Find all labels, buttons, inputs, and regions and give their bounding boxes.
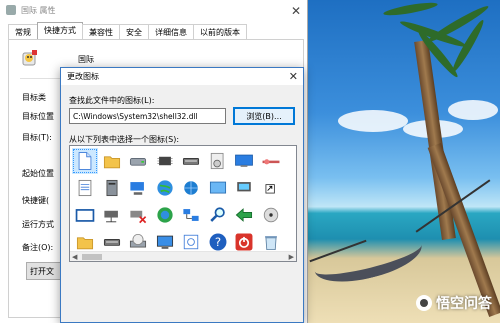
tab-shortcut[interactable]: 快捷方式 — [37, 22, 83, 39]
browse-button[interactable]: 浏览(B)... — [233, 107, 295, 125]
cd-icon[interactable] — [258, 202, 284, 228]
tab-details[interactable]: 详细信息 — [148, 24, 194, 39]
icon-grid: ? — [72, 148, 284, 256]
text-document-icon[interactable] — [72, 175, 98, 201]
chip-icon[interactable] — [152, 148, 178, 174]
monitor-icon[interactable] — [231, 148, 257, 174]
dialog-close-icon[interactable]: ✕ — [289, 70, 298, 83]
dialog-title: 更改图标 — [67, 72, 99, 81]
shortcut-app-icon — [22, 50, 37, 66]
blank-document-icon[interactable] — [72, 148, 98, 174]
label-shortcut-key: 快捷键( — [22, 196, 50, 205]
globe-icon[interactable] — [152, 175, 178, 201]
scroll-thumb[interactable] — [82, 254, 102, 260]
network-icon[interactable] — [258, 148, 284, 174]
label-run: 运行方式 — [22, 220, 54, 229]
drive-network-icon[interactable] — [99, 202, 125, 228]
icon-list-label: 从以下列表中选择一个图标(S): — [69, 135, 180, 144]
watermark-text: 悟空问答 — [436, 296, 492, 312]
svg-text:?: ? — [214, 235, 220, 249]
scroll-left-icon[interactable]: ◀ — [72, 253, 77, 261]
network-places-icon[interactable] — [178, 202, 204, 228]
desktop-wallpaper — [308, 0, 500, 323]
properties-tabs: 常规 快捷方式 兼容性 安全 详细信息 以前的版本 — [8, 22, 247, 39]
folder-icon[interactable] — [99, 148, 125, 174]
network-globe-icon[interactable] — [178, 175, 204, 201]
tab-compatibility[interactable]: 兼容性 — [82, 24, 120, 39]
label-comment: 备注(O): — [22, 243, 54, 252]
computer-icon[interactable] — [231, 175, 257, 201]
app-icon — [6, 5, 16, 15]
label-start-in: 起始位置 — [22, 169, 54, 178]
label-target: 目标(T): — [22, 133, 52, 142]
shortcut-name: 国际 — [78, 55, 94, 64]
label-target-location: 目标位置 — [22, 112, 54, 121]
watermark-logo-icon — [416, 295, 432, 311]
hard-drive-icon[interactable] — [125, 148, 151, 174]
disconnected-icon[interactable] — [125, 202, 151, 228]
display-icon[interactable] — [205, 175, 231, 201]
icon-file-path-input[interactable] — [69, 108, 226, 124]
dialog-titlebar: 更改图标 — [61, 68, 303, 85]
tab-general[interactable]: 常规 — [8, 24, 38, 39]
exit-icon[interactable] — [231, 202, 257, 228]
properties-title: 国际 属性 — [21, 5, 56, 15]
icon-list[interactable]: ? ◀ ▶ — [69, 145, 297, 262]
server-icon[interactable] — [99, 175, 125, 201]
window-icon[interactable] — [72, 202, 98, 228]
horizontal-scrollbar[interactable]: ◀ ▶ — [70, 251, 296, 261]
shortcut-arrow-icon[interactable] — [258, 175, 284, 201]
watermark: 悟空问答 — [416, 293, 492, 313]
drive-icon[interactable] — [178, 148, 204, 174]
properties-titlebar: 国际 属性 — [0, 0, 307, 20]
find-icons-label: 查找此文件中的图标(L): — [69, 96, 155, 105]
change-icon-dialog: 更改图标 ✕ 查找此文件中的图标(L): 浏览(B)... 从以下列表中选择一个… — [60, 67, 304, 323]
network-computer-icon[interactable] — [125, 175, 151, 201]
disk-drive-icon[interactable] — [205, 148, 231, 174]
magnifier-icon[interactable] — [205, 202, 231, 228]
scroll-right-icon[interactable]: ▶ — [289, 253, 294, 261]
tab-security[interactable]: 安全 — [119, 24, 149, 39]
internet-icon[interactable] — [152, 202, 178, 228]
label-target-type: 目标类 — [22, 93, 46, 102]
tab-previous-versions[interactable]: 以前的版本 — [193, 24, 247, 39]
properties-close-icon[interactable]: ✕ — [291, 4, 301, 18]
